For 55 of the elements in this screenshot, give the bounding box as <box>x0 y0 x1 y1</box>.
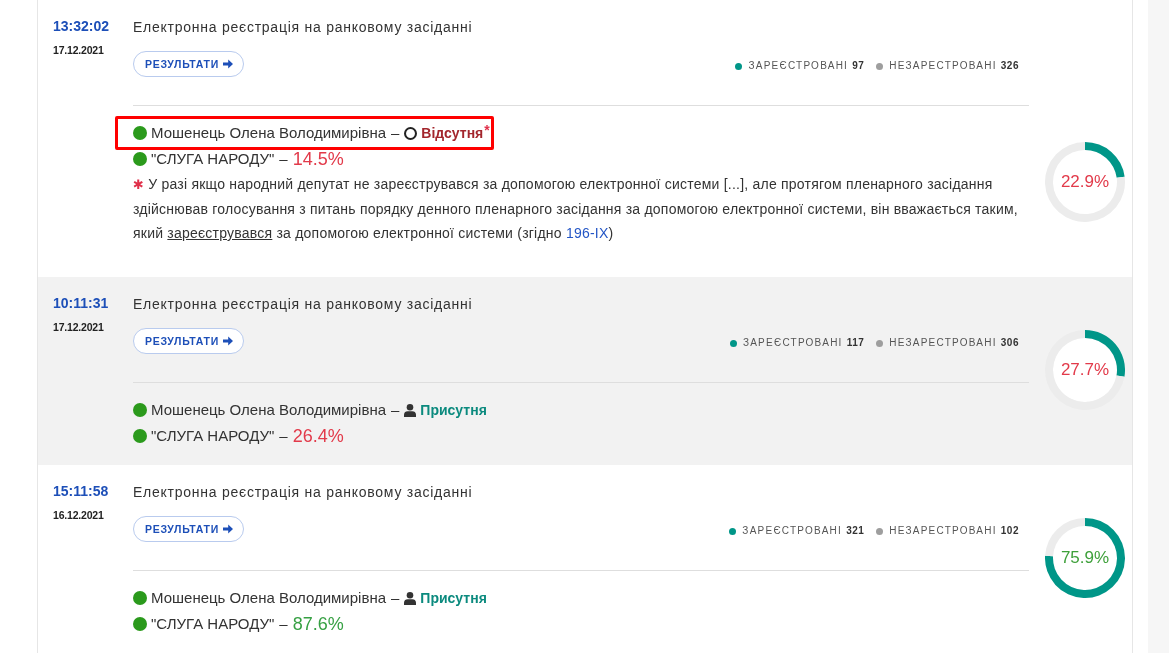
legend-label: НЕЗАРЕСТРОВАНІ 102 <box>889 525 1019 537</box>
party-share: 87.6% <box>292 613 344 636</box>
status-dot-icon <box>133 617 147 631</box>
time-label: 15:11:58 <box>53 483 109 500</box>
percentage-label: 75.9% <box>1060 548 1110 568</box>
status-label: Присутня <box>420 589 487 608</box>
party-share: 26.4% <box>292 425 344 448</box>
status-label: Відсутня <box>421 124 484 143</box>
separator-dash: – <box>391 400 400 420</box>
legend-label: ЗАРЕЄСТРОВАНІ 321 <box>742 525 865 537</box>
party-share: 14.5% <box>292 148 344 171</box>
separator-dash: – <box>391 588 400 608</box>
event-title: Електронна реєстрація на ранковому засіданні <box>133 18 473 36</box>
ring-icon <box>404 126 418 140</box>
percentage-label: 27.7% <box>1060 360 1110 380</box>
separator-dash: – <box>279 426 288 446</box>
party-name: "СЛУГА НАРОДУ" <box>151 614 275 634</box>
status-dot-icon <box>133 591 147 605</box>
status-dot-icon <box>133 429 147 443</box>
legend-label: ЗАРЕЄСТРОВАНІ 117 <box>742 337 865 349</box>
arrow-right-icon <box>222 59 233 69</box>
status-label: Присутня <box>420 401 487 420</box>
separator-dash: – <box>279 614 288 634</box>
percentage-label: 22.9% <box>1060 172 1110 192</box>
status-dot-icon <box>133 152 147 166</box>
person-icon <box>404 591 417 605</box>
results-button[interactable]: РЕЗУЛЬТАТИ <box>133 51 244 77</box>
footnote-text: ✱ У разі якщо народний депутат не зареєструвався за допомогою електронної системи [...], але протягом пленарного засідання здійснював голосування з питань порядку денного пленарного засідання за допомогою електронної системи, він вважається таким, який зареєструвався за допомогою електронної системи (згідно 196-IX) <box>133 175 1019 243</box>
arrow-right-icon <box>222 336 233 346</box>
time-label: 10:11:31 <box>53 295 109 312</box>
event-title: Електронна реєстрація на ранковому засіданні <box>133 295 473 313</box>
separator-dash: – <box>279 149 288 169</box>
member-name: Мошенець Олена Володимирівна <box>151 400 386 420</box>
results-button[interactable]: РЕЗУЛЬТАТИ <box>133 516 244 542</box>
legend-label: НЕЗАРЕСТРОВАНІ 326 <box>889 60 1019 72</box>
legend-label: НЕЗАРЕСТРОВАНІ 306 <box>889 337 1019 349</box>
person-icon <box>404 403 417 417</box>
footnote-mark: * <box>484 123 490 137</box>
status-dot-icon <box>133 403 147 417</box>
member-name: Мошенець Олена Володимирівна <box>151 588 386 608</box>
date-label: 16.12.2021 <box>53 509 104 522</box>
party-name: "СЛУГА НАРОДУ" <box>151 149 275 169</box>
law-link[interactable]: 196-IX <box>565 225 609 241</box>
term-link[interactable]: зареєструвався <box>167 225 273 241</box>
time-label: 13:32:02 <box>53 18 110 35</box>
member-name: Мошенець Олена Володимирівна <box>151 123 386 143</box>
separator-dash: – <box>391 123 400 143</box>
party-name: "СЛУГА НАРОДУ" <box>151 426 275 446</box>
date-label: 17.12.2021 <box>53 321 104 334</box>
date-label: 17.12.2021 <box>53 44 104 57</box>
results-button[interactable]: РЕЗУЛЬТАТИ <box>133 328 244 354</box>
status-dot-icon <box>133 126 147 140</box>
arrow-right-icon <box>222 524 233 534</box>
event-title: Електронна реєстрація на ранковому засіданні <box>133 483 473 501</box>
legend-label: ЗАРЕЄСТРОВАНІ 97 <box>748 60 865 72</box>
